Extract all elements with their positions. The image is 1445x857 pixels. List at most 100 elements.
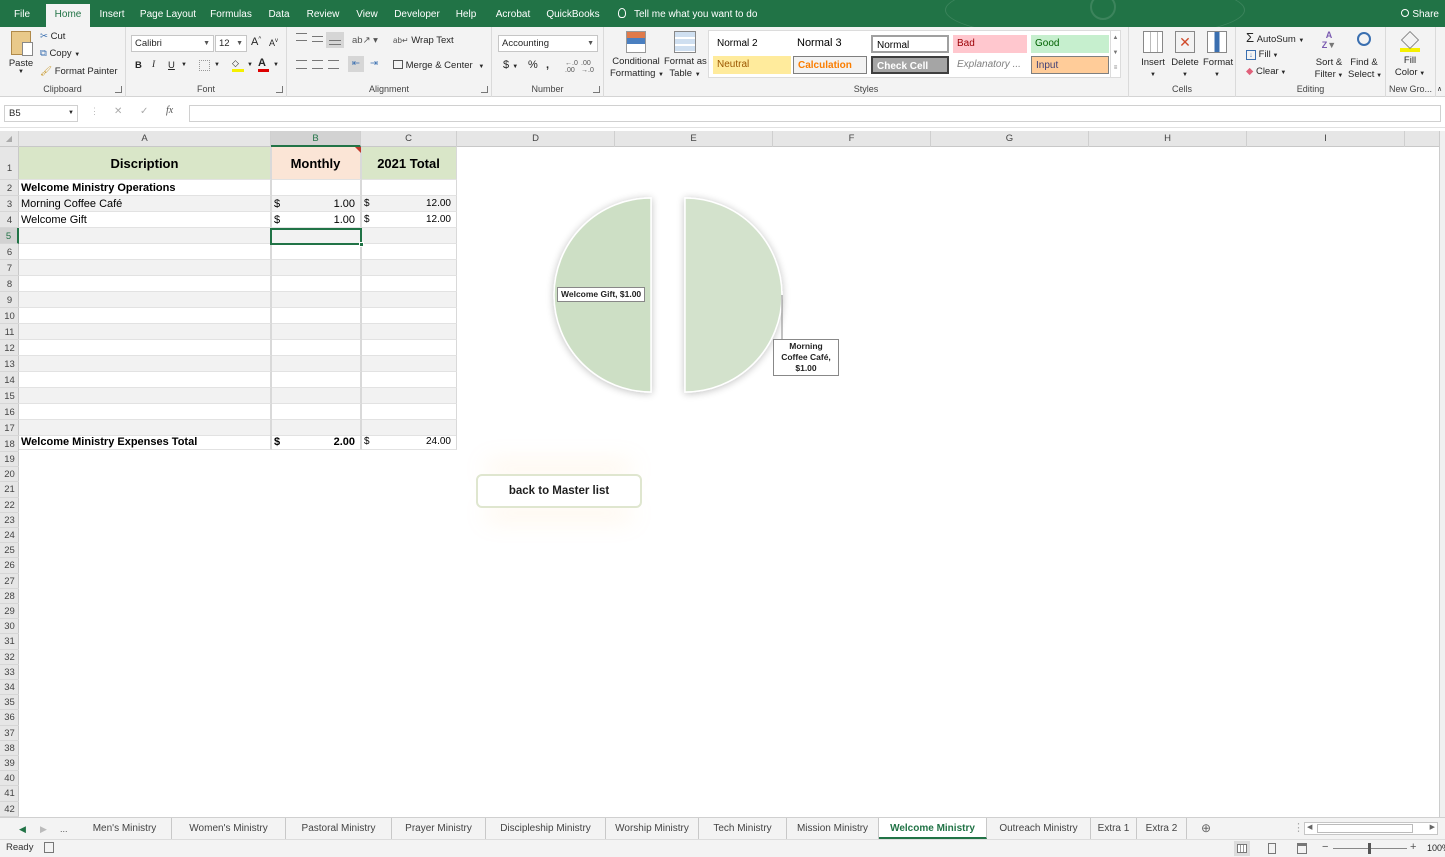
format-as-table-button[interactable]: Format as Table ▼: [664, 31, 707, 81]
sheet-tab-extra-2[interactable]: Extra 2: [1137, 818, 1187, 839]
row-header-7[interactable]: 7: [0, 260, 19, 276]
align-right-icon[interactable]: [328, 60, 339, 69]
sheet-tab-tech-ministry[interactable]: Tech Ministry: [699, 818, 787, 839]
wrap-text-button[interactable]: ab↵ Wrap Text: [393, 35, 454, 46]
macro-record-icon[interactable]: [44, 842, 54, 853]
item-name[interactable]: [19, 324, 271, 340]
row-header-30[interactable]: 30: [0, 619, 19, 635]
conditional-formatting-button[interactable]: Conditional Formatting ▼: [610, 31, 664, 81]
middle-align-icon[interactable]: [312, 36, 323, 42]
find-select-button[interactable]: Find & Select ▼: [1348, 30, 1382, 82]
fill-color-button[interactable]: Fill Color ▼: [1394, 30, 1426, 80]
column-header-b[interactable]: B: [271, 131, 361, 147]
column-header-g[interactable]: G: [931, 131, 1089, 147]
increase-decimal-icon[interactable]: ←.0.00: [565, 60, 578, 74]
row-header-10[interactable]: 10: [0, 308, 19, 324]
row-header-8[interactable]: 8: [0, 276, 19, 292]
item-monthly[interactable]: [271, 308, 361, 324]
item-annual[interactable]: [361, 292, 457, 308]
cell-style-bad[interactable]: Bad: [953, 35, 1027, 53]
tell-me-search[interactable]: Tell me what you want to do: [618, 0, 757, 27]
item-name[interactable]: [19, 404, 271, 420]
horizontal-scrollbar[interactable]: ◀ ▶: [1304, 822, 1438, 835]
sheet-tab-women-s-ministry[interactable]: Women's Ministry: [172, 818, 286, 839]
cancel-icon[interactable]: ✕: [114, 106, 122, 117]
scroll-tabs-left-icon[interactable]: ◀: [19, 818, 26, 839]
item-monthly[interactable]: $1.00: [271, 196, 361, 212]
zoom-slider-thumb[interactable]: [1368, 843, 1371, 854]
item-name[interactable]: [19, 276, 271, 292]
row-header-12[interactable]: 12: [0, 340, 19, 356]
dialog-launcher-icon[interactable]: [593, 86, 600, 93]
tab-view[interactable]: View: [352, 0, 382, 27]
row-header-13[interactable]: 13: [0, 356, 19, 372]
item-monthly[interactable]: [271, 276, 361, 292]
row-header-22[interactable]: 22: [0, 498, 19, 513]
resize-handle-icon[interactable]: ⋮: [90, 106, 99, 117]
sheet-tab-men-s-ministry[interactable]: Men's Ministry: [78, 818, 172, 839]
item-monthly[interactable]: $1.00: [271, 212, 361, 228]
row-header-1[interactable]: 1: [0, 147, 19, 180]
pie-chart[interactable]: Morning Coffee Café, $1.00 Welcome Gift,…: [520, 180, 850, 410]
borders-icon[interactable]: [199, 60, 210, 71]
row-header-27[interactable]: 27: [0, 574, 19, 589]
tab-developer[interactable]: Developer: [392, 0, 442, 27]
row-header-32[interactable]: 32: [0, 650, 19, 665]
format-painter-button[interactable]: 🖌 Format Painter: [40, 66, 118, 77]
item-annual[interactable]: [361, 260, 457, 276]
item-monthly[interactable]: [271, 404, 361, 420]
page-break-preview-icon[interactable]: [1294, 841, 1310, 856]
column-header-i[interactable]: I: [1247, 131, 1405, 147]
sheet-tab-outreach-ministry[interactable]: Outreach Ministry: [987, 818, 1091, 839]
total-label[interactable]: Welcome Ministry Expenses Total: [19, 434, 271, 450]
row-header-2[interactable]: 2: [0, 180, 19, 196]
cell-style-neutral[interactable]: Neutral: [713, 56, 791, 74]
row-header-18[interactable]: 18: [0, 436, 19, 452]
cell-style-normal-3[interactable]: Normal 3: [793, 35, 867, 53]
accounting-format-button[interactable]: $ ▼: [503, 59, 518, 71]
row-header-41[interactable]: 41: [0, 786, 19, 802]
item-annual[interactable]: [361, 372, 457, 388]
item-annual[interactable]: $12.00: [361, 196, 457, 212]
row-header-23[interactable]: 23: [0, 513, 19, 528]
tab-file[interactable]: File: [8, 0, 36, 27]
item-annual[interactable]: [361, 308, 457, 324]
item-name[interactable]: [19, 228, 271, 244]
insert-cells-button[interactable]: Insert ▼: [1139, 31, 1167, 81]
tab-split-handle[interactable]: ⋮: [1293, 821, 1304, 834]
item-name[interactable]: [19, 308, 271, 324]
total-annual[interactable]: $24.00: [361, 434, 457, 450]
cell-style-good[interactable]: Good: [1031, 35, 1109, 53]
fill-button[interactable]: ↓ Fill ▼: [1246, 49, 1278, 60]
gallery-scroll[interactable]: ▲ ▼ ≡: [1110, 31, 1120, 77]
scroll-right-icon[interactable]: ▶: [1430, 823, 1435, 831]
cell-style-input[interactable]: Input: [1031, 56, 1109, 74]
cell-style-calculation[interactable]: Calculation: [793, 56, 867, 74]
column-header-f[interactable]: F: [773, 131, 931, 147]
font-color-icon[interactable]: A: [258, 57, 269, 72]
item-annual[interactable]: [361, 276, 457, 292]
share-button[interactable]: Share: [1401, 0, 1439, 27]
tab-help[interactable]: Help: [452, 0, 480, 27]
item-annual[interactable]: [361, 324, 457, 340]
vertical-scrollbar[interactable]: [1439, 131, 1445, 817]
row-header-15[interactable]: 15: [0, 388, 19, 404]
row-header-11[interactable]: 11: [0, 324, 19, 340]
zoom-in-button[interactable]: +: [1410, 841, 1416, 853]
row-header-33[interactable]: 33: [0, 665, 19, 680]
underline-button[interactable]: U: [168, 60, 175, 71]
item-annual[interactable]: [361, 340, 457, 356]
name-box[interactable]: B5 ▼: [4, 105, 78, 122]
sheet-tab-mission-ministry[interactable]: Mission Ministry: [787, 818, 879, 839]
cell-style-check-cell[interactable]: Check Cell: [871, 56, 949, 74]
row-header-25[interactable]: 25: [0, 543, 19, 559]
tab-page-layout[interactable]: Page Layout: [138, 0, 198, 27]
scroll-tabs-right-icon[interactable]: ▶: [40, 818, 47, 839]
item-monthly[interactable]: [271, 260, 361, 276]
top-align-icon[interactable]: [296, 33, 307, 41]
row-header-26[interactable]: 26: [0, 558, 19, 574]
data-label-welcome-gift[interactable]: Welcome Gift, $1.00: [557, 287, 646, 302]
clear-button[interactable]: ◆ Clear ▼: [1246, 66, 1286, 77]
italic-button[interactable]: I: [152, 60, 155, 70]
number-format-dropdown[interactable]: Accounting ▼: [498, 35, 598, 52]
